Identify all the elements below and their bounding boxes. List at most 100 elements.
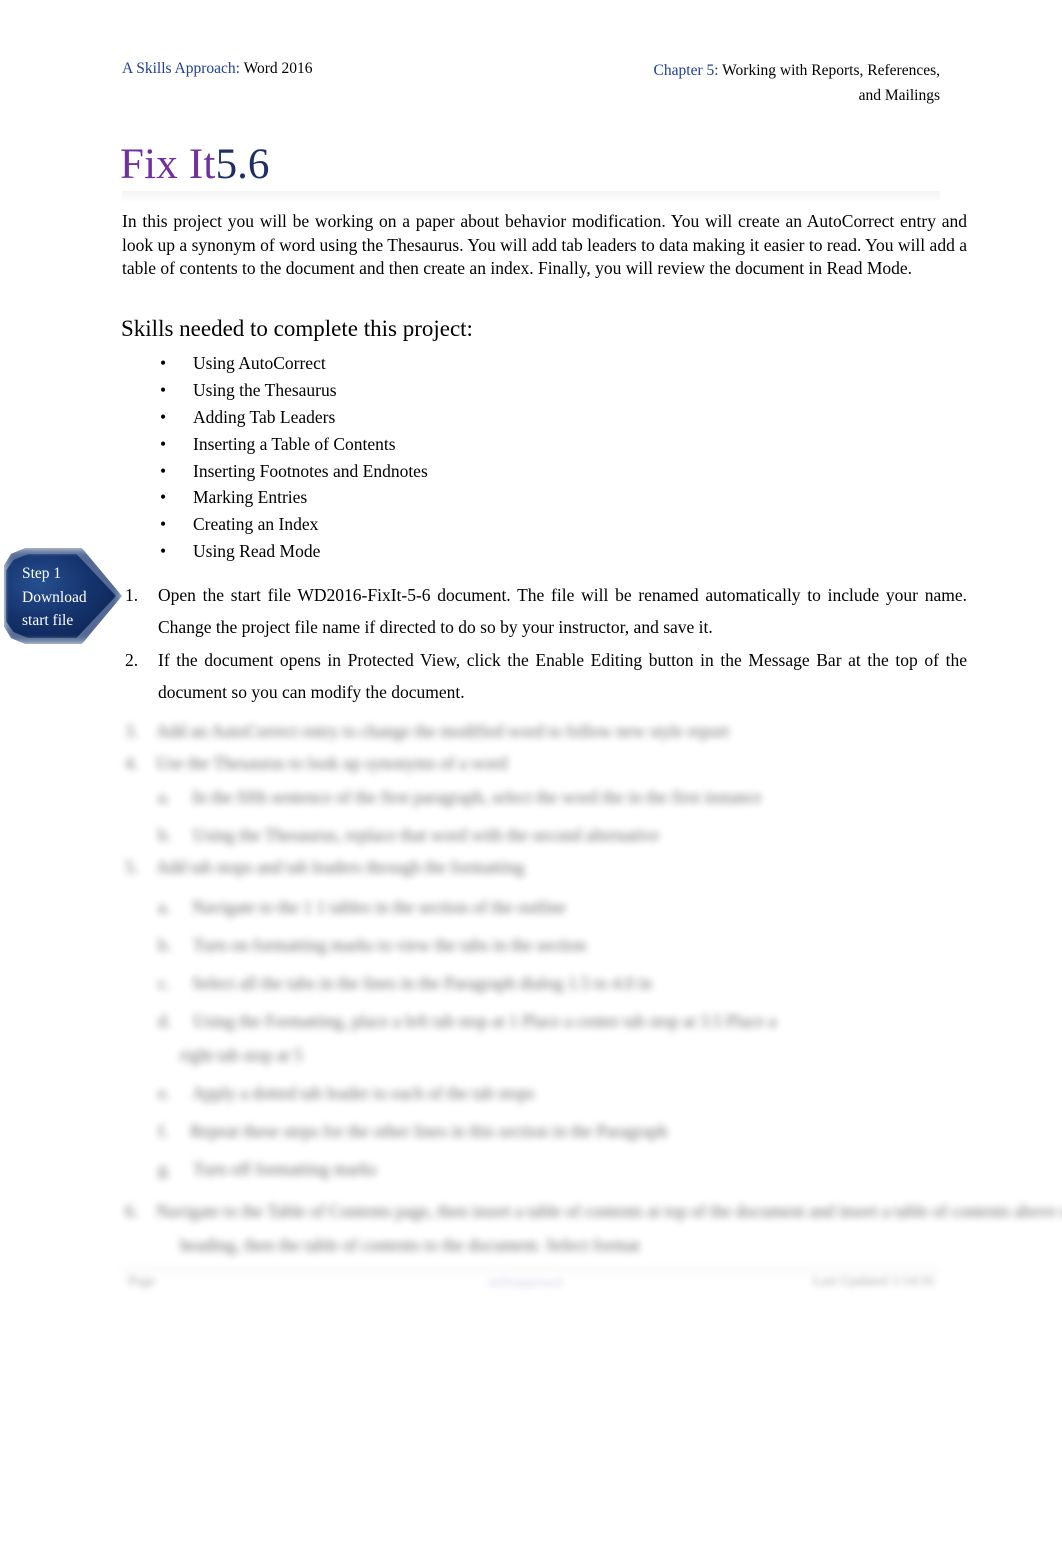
bullet-icon: • — [160, 433, 167, 454]
blurred-line-text: Apply a dotted tab leader to each of the… — [192, 1083, 535, 1103]
footer-divider — [122, 1270, 940, 1271]
blurred-line-text: Repeat these steps for the other lines i… — [190, 1121, 668, 1141]
blurred-line-marker: 6. — [125, 1201, 139, 1221]
blurred-instruction-line: 6. Navigate to the Table of Contents page… — [125, 1200, 1062, 1222]
blurred-instruction-line: f. Repeat these steps for the other lines… — [158, 1120, 667, 1142]
skill-item-label: Adding Tab Leaders — [193, 406, 336, 427]
blurred-line-text: In the fifth sentence of the first parag… — [192, 787, 762, 807]
document-page: A Skills Approach: Word 2016 Chapter 5: … — [0, 0, 1062, 1556]
blurred-line-text: Add an AutoCorrect entry to change the m… — [156, 721, 730, 741]
bullet-icon: • — [160, 514, 167, 535]
blurred-instruction-line: b. Using the Thesaurus, replace that word… — [158, 824, 659, 846]
skills-list: • Using AutoCorrect • Using the Thesaurus … — [160, 350, 660, 565]
skill-item: • Using Read Mode — [160, 538, 660, 565]
badge-line-3: start file — [22, 612, 74, 629]
blurred-line-marker: e. — [158, 1083, 171, 1103]
blurred-line-text: Navigate to the 1 1 tables in the sectio… — [192, 897, 566, 917]
header-brand: A Skills Approach: — [122, 60, 240, 77]
blurred-line-marker: b. — [158, 935, 172, 955]
bullet-icon: • — [160, 379, 167, 400]
footer-right: Last Updated 1/14/16 — [812, 1274, 934, 1289]
skill-item-label: Inserting a Table of Contents — [193, 433, 396, 454]
step-text: If the document opens in Protected View,… — [158, 650, 967, 702]
blurred-line-marker: 5. — [125, 857, 139, 877]
skill-item-label: Creating an Index — [193, 514, 319, 535]
step-text: Open the start file WD2016-FixIt-5-6 doc… — [158, 585, 967, 637]
blurred-line-text: Add tab stops and tab leaders through th… — [156, 857, 525, 877]
skill-item-label: Using Read Mode — [193, 541, 321, 562]
page-title-text: Fix It — [120, 141, 216, 188]
bullet-icon: • — [160, 353, 167, 373]
blurred-instruction-body: 3. Add an AutoCorrect entry to change the… — [122, 700, 1062, 1260]
header-chapter-label: Chapter 5: — [653, 62, 719, 79]
intro-paragraph: In this project you will be working on a… — [122, 211, 967, 278]
blurred-instruction-line: 3. Add an AutoCorrect entry to change the… — [125, 720, 729, 742]
blurred-line-marker: 3. — [125, 721, 139, 741]
skill-item: • Adding Tab Leaders — [160, 404, 660, 431]
footer-left: Page — [128, 1274, 156, 1289]
title-underband — [122, 191, 940, 203]
header-chapter-line1: Chapter 5: Working with Reports, Referen… — [470, 58, 940, 83]
skill-item: • Inserting Footnotes and Endnotes — [160, 458, 660, 485]
instruction-step: 2. If the document opens in Protected Vi… — [122, 645, 967, 708]
badge-line-1: Step 1 — [22, 565, 62, 582]
document-footer: Page skillsapproach Last Updated 1/14/16 — [122, 1268, 940, 1300]
blurred-instruction-line: c. Select all the tabs in the lines in th… — [158, 972, 652, 994]
blurred-line-text: Using the Thesaurus, replace that word w… — [193, 825, 660, 845]
skill-item-label: Marking Entries — [193, 487, 308, 508]
header-chapter-title: Working with Reports, References, — [718, 62, 940, 79]
blurred-instruction-line: b. Turn on formatting marks to view the t… — [158, 934, 586, 956]
skill-item-label: Inserting Footnotes and Endnotes — [193, 460, 428, 481]
blurred-instruction-line: a. In the fifth sentence of the first par… — [158, 786, 762, 808]
step-number: 2. — [125, 650, 139, 670]
bullet-icon: • — [160, 460, 167, 481]
blurred-line-text: right tab stop at 5 — [180, 1045, 303, 1065]
instruction-step: 1. Open the start file WD2016-FixIt-5-6 … — [122, 580, 967, 643]
blurred-line-text: Turn on formatting marks to view the tab… — [193, 935, 587, 955]
header-left: A Skills Approach: Word 2016 — [122, 58, 313, 79]
bullet-icon: • — [160, 406, 167, 427]
blurred-line-text: Select all the tabs in the lines in the … — [192, 973, 652, 993]
skill-item: • Marking Entries — [160, 484, 660, 511]
skill-item-label: Using AutoCorrect — [193, 353, 326, 373]
header-product: Word 2016 — [239, 60, 313, 77]
blurred-line-text: Turn off formatting marks — [193, 1159, 377, 1179]
instruction-steps: 1. Open the start file WD2016-FixIt-5-6 … — [122, 580, 967, 710]
blurred-line-text: Use the Thesaurus to look up synonyms of… — [156, 753, 508, 773]
blurred-line-marker: c. — [158, 973, 171, 993]
blurred-instruction-line: g. Turn off formatting marks — [158, 1158, 376, 1180]
document-header: A Skills Approach: Word 2016 Chapter 5: … — [122, 58, 940, 118]
blurred-instruction-line: a. Navigate to the 1 1 tables in the sect… — [158, 896, 566, 918]
blurred-instruction-line: right tab stop at 5 — [180, 1044, 302, 1066]
skill-item: • Creating an Index — [160, 511, 660, 538]
step-1-download-badge[interactable]: Step 1 Download start file — [4, 548, 122, 644]
blurred-line-marker: a. — [158, 787, 171, 807]
badge-line-2: Download — [22, 588, 87, 606]
footer-center: skillsapproach — [488, 1274, 564, 1289]
page-title: Fix It5.6 — [120, 140, 269, 192]
skill-item: • Inserting a Table of Contents — [160, 431, 660, 458]
blurred-line-text: heading, then the table of contents to t… — [180, 1235, 640, 1255]
bullet-icon: • — [160, 487, 167, 508]
blurred-line-marker: b. — [158, 825, 172, 845]
blurred-line-marker: f. — [158, 1121, 169, 1141]
badge-text: Step 1 Download start file — [22, 562, 104, 633]
header-right: Chapter 5: Working with Reports, Referen… — [470, 58, 940, 108]
header-chapter-line2: and Mailings — [858, 87, 940, 104]
skill-item: • Using the Thesaurus — [160, 377, 660, 404]
blurred-instruction-line: d. Using the Formatting, place a left tab… — [158, 1010, 776, 1032]
skill-item: • Using AutoCorrect — [160, 350, 660, 377]
blurred-instruction-line: heading, then the table of contents to t… — [180, 1234, 640, 1256]
blurred-line-marker: 4. — [125, 753, 139, 773]
blurred-line-marker: d. — [158, 1011, 172, 1031]
blurred-instruction-line: 5. Add tab stops and tab leaders through … — [125, 856, 525, 878]
blurred-instruction-line: 4. Use the Thesaurus to look up synonyms … — [125, 752, 507, 774]
bullet-icon: • — [160, 541, 167, 562]
blurred-line-marker: g. — [158, 1159, 172, 1179]
skill-item-label: Using the Thesaurus — [193, 379, 337, 400]
blurred-line-marker: a. — [158, 897, 171, 917]
skills-heading: Skills needed to complete this project: — [121, 316, 473, 341]
page-title-number: 5.6 — [215, 141, 270, 188]
step-number: 1. — [125, 585, 139, 605]
blurred-line-text: Using the Formatting, place a left tab s… — [193, 1011, 777, 1031]
